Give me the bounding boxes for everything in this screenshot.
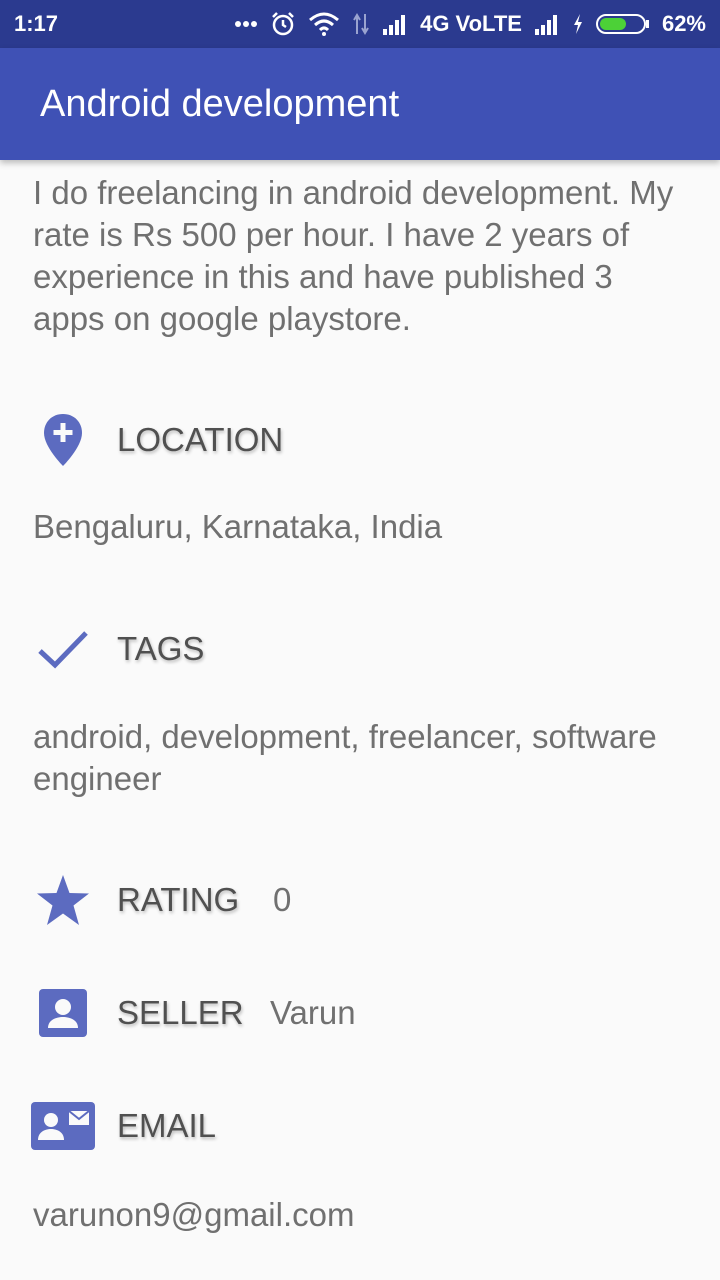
seller-row: SELLER Varun	[0, 983, 720, 1043]
data-arrows-icon	[352, 12, 370, 36]
status-icons: 4G VoLTE 62%	[234, 11, 706, 37]
contact-mail-icon	[30, 1093, 96, 1159]
wifi-icon	[308, 12, 340, 36]
battery-percent: 62%	[661, 11, 706, 36]
tags-value: android, development, freelancer, softwa…	[33, 718, 657, 797]
battery-icon	[595, 13, 650, 35]
alarm-icon	[270, 11, 296, 37]
charging-icon	[572, 13, 584, 35]
location-label: LOCATION	[117, 421, 284, 458]
network-type: 4G VoLTE	[420, 11, 522, 36]
app-bar: Android development	[0, 48, 720, 160]
tags-label: TAGS	[117, 630, 205, 667]
more-dots-icon	[234, 20, 258, 28]
star-icon	[30, 867, 96, 933]
signal-icon	[534, 13, 560, 35]
rating-value: 0	[273, 881, 292, 918]
seller-value: Varun	[270, 994, 356, 1031]
location-row: LOCATION	[0, 410, 720, 470]
status-time: 1:17	[14, 11, 59, 36]
status-bar: 1:17 4G VoLTE 62%	[0, 0, 720, 48]
account-box-icon	[30, 980, 96, 1046]
rating-label: RATING	[117, 881, 240, 918]
page-title: Android development	[40, 82, 400, 125]
rating-row: RATING 0	[0, 870, 720, 930]
add-location-icon	[30, 407, 96, 473]
seller-label: SELLER	[117, 994, 244, 1031]
location-value: Bengaluru, Karnataka, India	[33, 508, 443, 545]
email-row: EMAIL	[0, 1096, 720, 1156]
signal-icon	[382, 13, 408, 35]
description-text: I do freelancing in android development.…	[33, 174, 674, 337]
email-label: EMAIL	[117, 1107, 217, 1144]
check-icon	[30, 616, 96, 682]
tags-row: TAGS	[0, 619, 720, 679]
email-value[interactable]: varunon9@gmail.com	[33, 1194, 693, 1236]
